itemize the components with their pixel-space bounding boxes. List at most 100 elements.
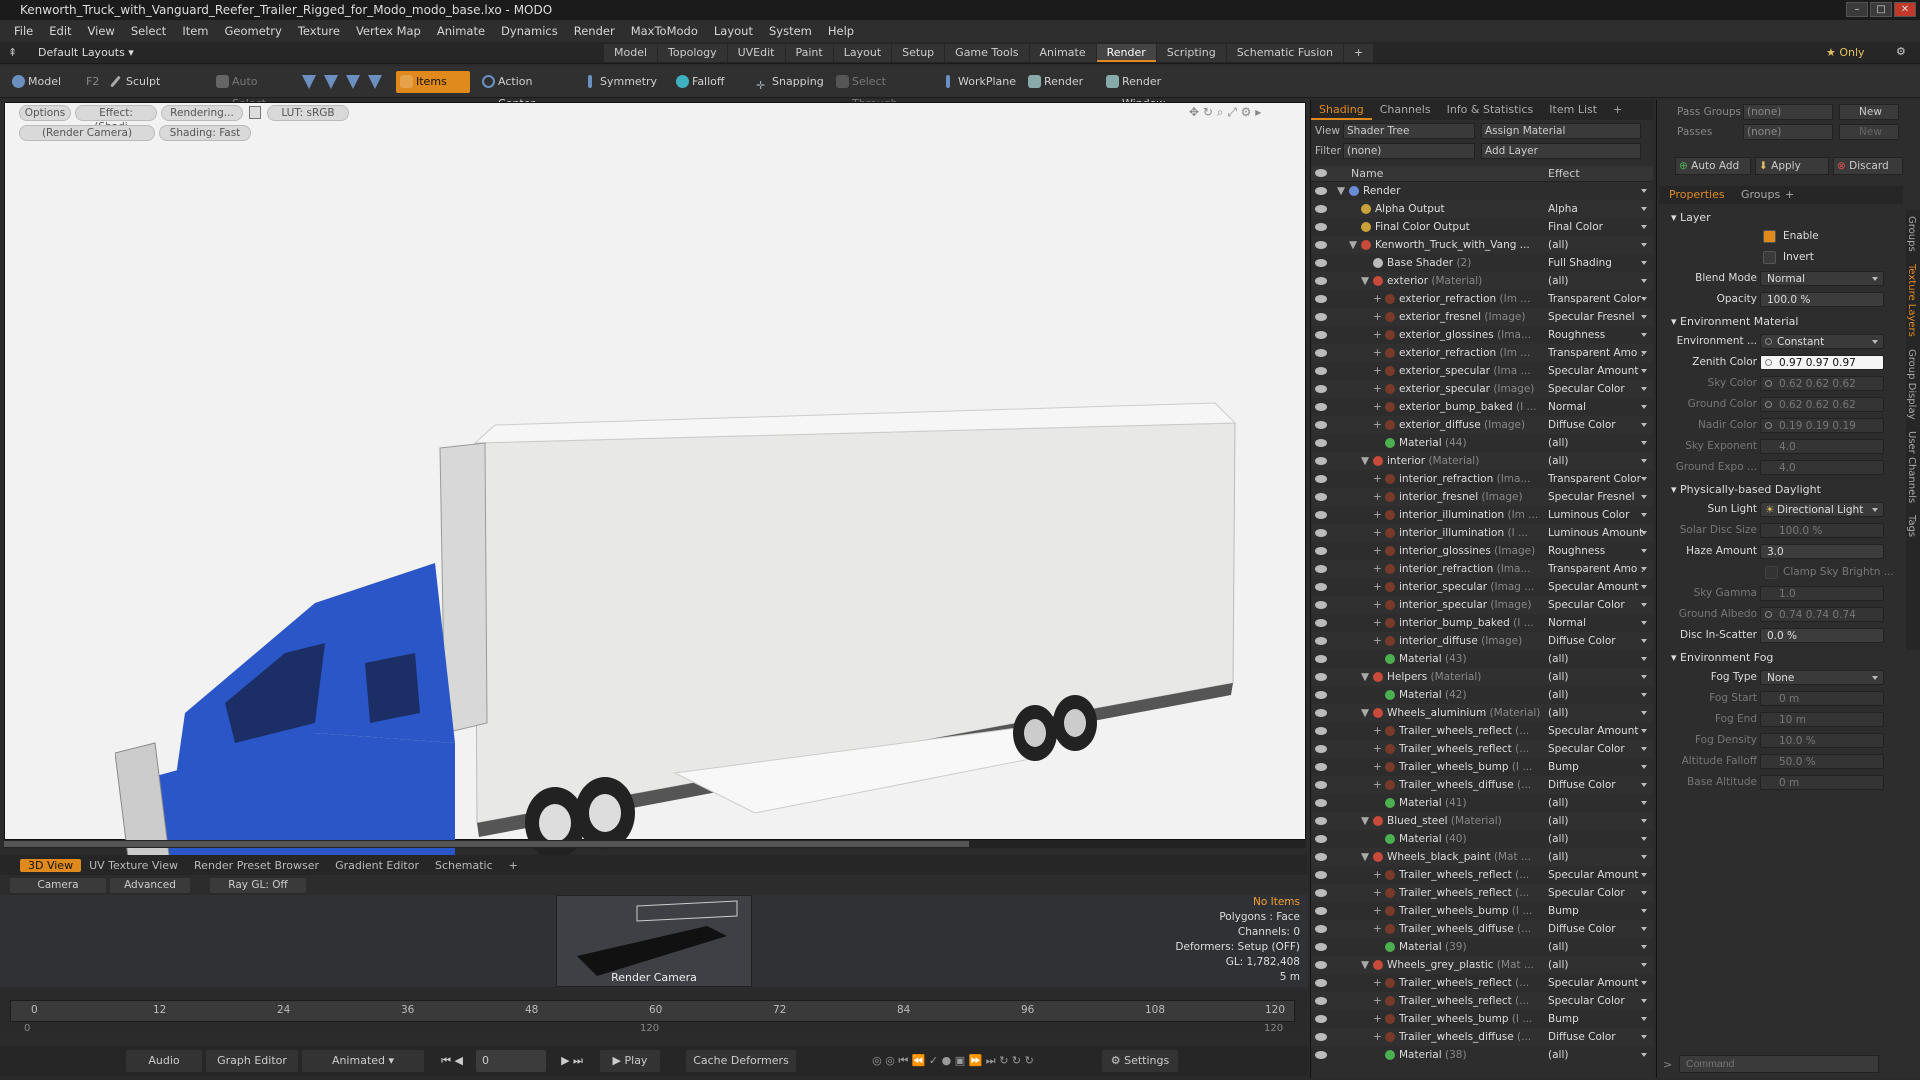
- disc-inscatter-field[interactable]: 0.0 %: [1760, 628, 1884, 643]
- menu-dynamics[interactable]: Dynamics: [493, 24, 566, 38]
- chevron-down-icon[interactable]: [1641, 351, 1647, 355]
- chevron-down-icon[interactable]: [1641, 981, 1647, 985]
- name-column-header[interactable]: Name: [1351, 167, 1383, 180]
- eye-icon[interactable]: [1315, 475, 1327, 483]
- shader-tree-row[interactable]: ▼ Kenworth_Truck_with_Vang ... (all): [1311, 236, 1653, 254]
- fog-end-field[interactable]: 10 m: [1760, 712, 1884, 727]
- timeline[interactable]: 0 12 24 36 48 60 72 84 96 108 120 0 120 …: [0, 990, 1308, 1034]
- layer-effect[interactable]: Transparent Amo ...: [1548, 560, 1644, 578]
- chevron-down-icon[interactable]: [1641, 963, 1647, 967]
- shader-tree-row[interactable]: + exterior_specular (Ima ... Specular Amou…: [1311, 362, 1653, 380]
- chevron-down-icon[interactable]: [1641, 369, 1647, 373]
- shader-tree-row[interactable]: + Trailer_wheels_reflect (... Specular Col…: [1311, 992, 1653, 1010]
- eye-icon[interactable]: [1315, 979, 1327, 987]
- tab-item-list[interactable]: Item List: [1541, 100, 1605, 120]
- expand-toggle[interactable]: +: [1373, 578, 1382, 596]
- eye-icon[interactable]: [1315, 277, 1327, 285]
- tab-animate[interactable]: Animate: [1029, 44, 1096, 62]
- eye-icon[interactable]: [1315, 403, 1327, 411]
- layer-effect[interactable]: Normal: [1548, 614, 1644, 632]
- chevron-down-icon[interactable]: [1641, 819, 1647, 823]
- haze-amount-field[interactable]: 3.0: [1760, 544, 1884, 559]
- material-mode-icon[interactable]: [368, 75, 382, 89]
- eye-icon[interactable]: [1315, 493, 1327, 501]
- sky-exponent-field[interactable]: 4.0: [1760, 439, 1884, 454]
- settings-button[interactable]: ⚙ Settings: [1102, 1050, 1178, 1072]
- eye-icon[interactable]: [1315, 943, 1327, 951]
- menu-texture[interactable]: Texture: [290, 24, 348, 38]
- eye-icon[interactable]: [1315, 619, 1327, 627]
- menu-vertex-map[interactable]: Vertex Map: [348, 24, 429, 38]
- shader-tree-row[interactable]: Material (42) (all): [1311, 686, 1653, 704]
- tab-add-shader[interactable]: +: [1605, 100, 1630, 120]
- discard-button[interactable]: ⊗ Discard: [1833, 157, 1903, 175]
- eye-icon[interactable]: [1315, 691, 1327, 699]
- layer-effect[interactable]: Specular Color: [1548, 740, 1644, 758]
- expand-toggle[interactable]: +: [1373, 920, 1382, 938]
- eye-icon[interactable]: [1315, 997, 1327, 1005]
- layer-effect[interactable]: (all): [1548, 686, 1644, 704]
- fog-start-field[interactable]: 0 m: [1760, 691, 1884, 706]
- shader-tree-row[interactable]: Alpha Output Alpha: [1311, 200, 1653, 218]
- assign-material-button[interactable]: Assign Material: [1481, 123, 1641, 139]
- eye-icon[interactable]: [1315, 367, 1327, 375]
- sky-gamma-field[interactable]: 1.0: [1760, 586, 1884, 601]
- layer-effect[interactable]: Specular Color: [1548, 380, 1644, 398]
- expand-toggle[interactable]: +: [1373, 614, 1382, 632]
- chevron-down-icon[interactable]: [1641, 909, 1647, 913]
- tab-setup[interactable]: Setup: [892, 44, 945, 62]
- shader-tree-row[interactable]: Material (41) (all): [1311, 794, 1653, 812]
- auto-add-button[interactable]: ⊕ Auto Add: [1675, 157, 1751, 175]
- chevron-down-icon[interactable]: [1641, 441, 1647, 445]
- eye-icon[interactable]: [1315, 871, 1327, 879]
- layer-effect[interactable]: (all): [1548, 830, 1644, 848]
- layer-effect[interactable]: (all): [1548, 956, 1644, 974]
- shader-tree-row[interactable]: ▼ Helpers (Material) (all): [1311, 668, 1653, 686]
- eye-icon[interactable]: [1315, 673, 1327, 681]
- eye-icon[interactable]: [1315, 223, 1327, 231]
- expand-toggle[interactable]: ▼: [1361, 452, 1369, 470]
- vertex-mode-icon[interactable]: [302, 75, 316, 89]
- shader-tree-row[interactable]: + interior_refraction (Ima... Transparent …: [1311, 470, 1653, 488]
- chevron-down-icon[interactable]: [1641, 513, 1647, 517]
- layer-effect[interactable]: (all): [1548, 236, 1644, 254]
- truck-model[interactable]: [115, 303, 1245, 903]
- chevron-down-icon[interactable]: [1641, 999, 1647, 1003]
- snapping-button[interactable]: ✛ Snapping: [752, 71, 834, 93]
- layer-effect[interactable]: Transparent Color: [1548, 290, 1644, 308]
- tab-properties[interactable]: Properties: [1669, 188, 1725, 201]
- auto-select-button[interactable]: Auto Select: [212, 71, 294, 110]
- eye-icon[interactable]: [1315, 349, 1327, 357]
- chevron-down-icon[interactable]: [1641, 279, 1647, 283]
- lock-icon[interactable]: [249, 106, 261, 119]
- tab-uv-texture-view[interactable]: UV Texture View: [81, 859, 186, 872]
- layer-effect[interactable]: Full Shading: [1548, 254, 1644, 272]
- chevron-down-icon[interactable]: [1641, 873, 1647, 877]
- ground-exponent-field[interactable]: 4.0: [1760, 460, 1884, 475]
- shader-tree-row[interactable]: + Trailer_wheels_reflect (... Specular Col…: [1311, 740, 1653, 758]
- environment-type-dropdown[interactable]: Constant: [1760, 334, 1884, 349]
- chevron-down-icon[interactable]: [1641, 207, 1647, 211]
- layer-effect[interactable]: Specular Amount: [1548, 578, 1644, 596]
- view-dropdown[interactable]: Shader Tree: [1343, 123, 1475, 139]
- effect-column-header[interactable]: Effect: [1548, 167, 1580, 180]
- altitude-falloff-field[interactable]: 50.0 %: [1760, 754, 1884, 769]
- expand-toggle[interactable]: ▼: [1337, 182, 1345, 200]
- ray-gl-button[interactable]: Ray GL: Off: [210, 878, 306, 893]
- chevron-down-icon[interactable]: [1641, 315, 1647, 319]
- shader-tree-row[interactable]: Material (40) (all): [1311, 830, 1653, 848]
- tab-schematic-fusion[interactable]: Schematic Fusion: [1226, 44, 1344, 62]
- layer-effect[interactable]: (all): [1548, 434, 1644, 452]
- eye-icon[interactable]: [1315, 421, 1327, 429]
- layer-effect[interactable]: Transparent Amo ...: [1548, 344, 1644, 362]
- base-altitude-field[interactable]: 0 m: [1760, 775, 1884, 790]
- fog-section-header[interactable]: ▾ Environment Fog: [1659, 650, 1899, 666]
- chevron-down-icon[interactable]: [1641, 585, 1647, 589]
- timeline-track[interactable]: 0 12 24 36 48 60 72 84 96 108 120: [10, 1000, 1295, 1022]
- expand-toggle[interactable]: +: [1373, 290, 1382, 308]
- eye-icon[interactable]: [1315, 601, 1327, 609]
- sculpt-button[interactable]: Sculpt: [106, 71, 196, 93]
- camera-button[interactable]: Camera: [10, 878, 106, 893]
- menu-system[interactable]: System: [761, 24, 820, 38]
- shader-tree-row[interactable]: + interior_refraction (Ima... Transparent …: [1311, 560, 1653, 578]
